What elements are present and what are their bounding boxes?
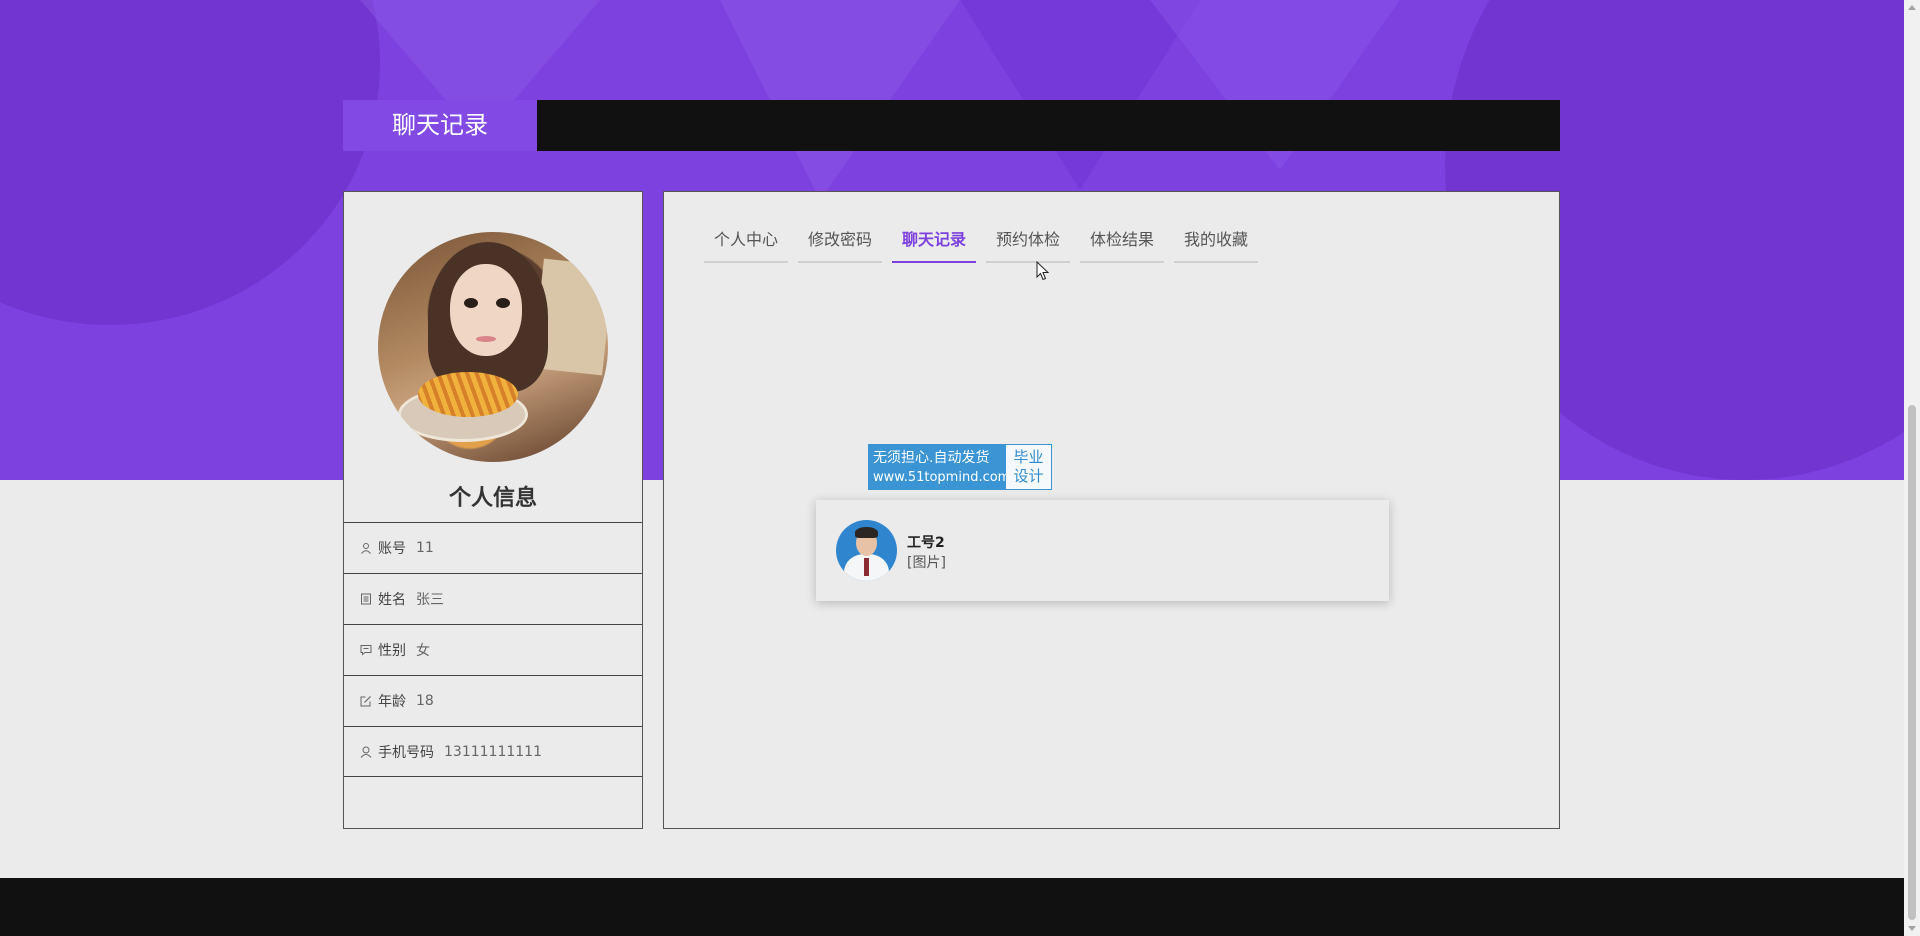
mouse-cursor-icon [1036,261,1050,281]
tab-change-password[interactable]: 修改密码 [798,220,882,263]
id-card-icon [360,593,372,605]
info-row-age: 年龄 18 [344,675,642,726]
chat-last-message: [图片] [907,555,946,571]
chat-contact-name: 工号2 [907,535,945,551]
watermark-badge: 无须担心.自动发货 www.51topmind.com 毕业 设计 [868,444,1052,490]
tab-checkup-results[interactable]: 体检结果 [1080,220,1164,263]
page-footer [0,878,1904,936]
scroll-down-icon[interactable] [1908,926,1916,931]
page-scrollbar[interactable] [1904,0,1920,936]
user-tabs: 个人中心 修改密码 聊天记录 预约体检 体检结果 我的收藏 [704,220,1258,263]
info-row-gender: 性别 女 [344,624,642,675]
profile-panel: 个人信息 账号 11 姓名 张三 性别 女 年龄 18 手机号码 1311111… [343,191,643,829]
watermark-line2: www.51topmind.com [873,470,1011,485]
watermark-side2: 设计 [1013,467,1044,485]
profile-avatar [378,232,608,462]
page-title-bar: 聊天记录 [343,100,1560,151]
scrollbar-thumb[interactable] [1908,405,1916,920]
user-icon [360,542,372,554]
profile-info-list: 账号 11 姓名 张三 性别 女 年龄 18 手机号码 13111111111 [344,522,642,777]
tab-personal-center[interactable]: 个人中心 [704,220,788,263]
tab-book-checkup[interactable]: 预约体检 [986,220,1070,263]
message-icon [360,644,372,656]
info-row-account: 账号 11 [344,522,642,573]
person-icon [360,746,372,758]
scroll-up-icon[interactable] [1908,5,1916,10]
doctor-avatar [836,520,897,581]
content-panel: 个人中心 修改密码 聊天记录 预约体检 体检结果 我的收藏 无须担心.自动发货 … [663,191,1560,829]
edit-icon [360,695,372,707]
tab-my-favorites[interactable]: 我的收藏 [1174,220,1258,263]
chat-list-item[interactable]: 工号2 [图片] [816,500,1389,601]
info-row-name: 姓名 张三 [344,573,642,624]
profile-heading: 个人信息 [448,486,537,511]
watermark-line1: 无须担心.自动发货 [873,450,990,466]
page-title: 聊天记录 [343,100,537,151]
info-row-phone: 手机号码 13111111111 [344,726,642,777]
tab-chat-history[interactable]: 聊天记录 [892,220,976,263]
watermark-side1: 毕业 [1013,448,1044,466]
